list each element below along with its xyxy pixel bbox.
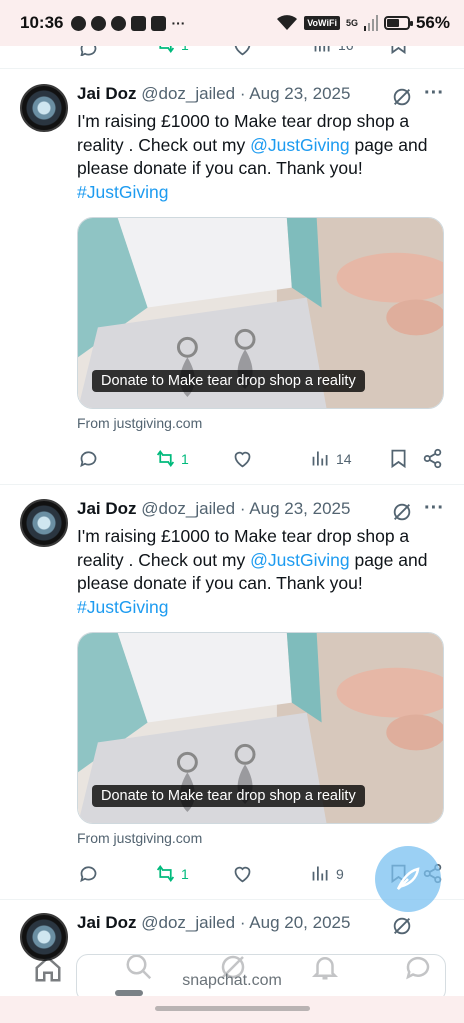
heart-icon [234, 866, 251, 883]
tweet-date[interactable]: Aug 23, 2025 [249, 499, 350, 518]
snapchat-label[interactable]: snapchat.com [0, 972, 464, 990]
like-button[interactable] [232, 863, 253, 884]
retweet-button[interactable]: 1 [155, 448, 189, 469]
whatsapp-icon [71, 15, 87, 31]
avatar[interactable] [20, 499, 68, 547]
divider [0, 68, 464, 69]
tweet-actions: 1 14 [0, 448, 464, 474]
status-time: 10:36 [20, 13, 64, 32]
author-handle[interactable]: @doz_jailed [141, 84, 235, 103]
views-count: 9 [336, 865, 344, 882]
card-caption: Donate to Make tear drop shop a reality [92, 785, 365, 807]
hashtag-link[interactable]: #JustGiving [77, 182, 168, 202]
grok-icon[interactable] [391, 86, 413, 108]
heart-message-icon [111, 15, 127, 31]
separator: · [239, 84, 246, 103]
gmail-icon [131, 15, 147, 31]
status-bar: 10:36 ··· VoWiFi 5G 56% [0, 0, 464, 46]
tweet-header: Jai Doz @doz_jailed · Aug 20, 2025 [77, 913, 350, 933]
tweet-text: I'm raising £1000 to Make tear drop shop… [77, 525, 447, 619]
compose-fab[interactable] [375, 846, 441, 912]
reply-button[interactable] [78, 448, 99, 469]
more-options-icon[interactable]: ··· [423, 83, 445, 108]
home-indicator[interactable] [155, 1006, 310, 1011]
network-type: 5G [345, 18, 358, 28]
retweet-icon [156, 865, 175, 882]
views-icon [312, 866, 328, 881]
reply-icon [80, 451, 97, 468]
views-button[interactable]: 14 [310, 448, 352, 469]
author-name[interactable]: Jai Doz [77, 913, 137, 932]
mention-link[interactable]: @JustGiving [250, 550, 349, 570]
tweet-date[interactable]: Aug 20, 2025 [249, 913, 350, 932]
mention-link[interactable]: @JustGiving [250, 135, 349, 155]
tweet-date[interactable]: Aug 23, 2025 [249, 84, 350, 103]
signal-icon [363, 15, 378, 31]
avatar[interactable] [20, 84, 68, 132]
like-button[interactable] [232, 448, 253, 469]
author-name[interactable]: Jai Doz [77, 84, 137, 103]
bookmark-icon [391, 449, 406, 469]
retweet-count: 1 [181, 865, 189, 882]
retweet-icon [156, 450, 175, 467]
separator: · [239, 499, 246, 518]
share-icon [423, 448, 442, 469]
author-handle[interactable]: @doz_jailed [141, 499, 235, 518]
grok-icon[interactable] [391, 501, 413, 523]
views-icon [312, 451, 328, 466]
battery-percent: 56% [415, 13, 450, 32]
author-handle[interactable]: @doz_jailed [141, 913, 235, 932]
views-button[interactable]: 9 [310, 863, 344, 884]
link-card[interactable]: Donate to Make tear drop shop a reality [77, 217, 444, 409]
views-count: 14 [336, 450, 352, 467]
battery-fill [386, 19, 400, 27]
vowifi-badge: VoWiFi [304, 16, 340, 30]
card-source[interactable]: From justgiving.com [77, 415, 202, 431]
more-options-icon[interactable]: ··· [423, 498, 445, 523]
system-icons: VoWiFi 5G 56% [276, 13, 450, 33]
reply-icon [80, 866, 97, 883]
author-name[interactable]: Jai Doz [77, 499, 137, 518]
divider [0, 484, 464, 485]
hashtag-link[interactable]: #JustGiving [77, 597, 168, 617]
share-button[interactable] [422, 448, 443, 469]
retweet-button[interactable]: 1 [155, 863, 189, 884]
bookmark-button[interactable] [388, 448, 409, 469]
more-notifications-icon: ··· [171, 15, 186, 31]
heart-icon [234, 451, 251, 468]
tweet-header: Jai Doz @doz_jailed · Aug 23, 2025 [77, 499, 350, 519]
card-source[interactable]: From justgiving.com [77, 830, 202, 846]
instagram-icon [151, 15, 167, 31]
wifi-icon [277, 15, 298, 30]
link-card[interactable]: Donate to Make tear drop shop a reality [77, 632, 444, 824]
tweet[interactable]: Jai Doz @doz_jailed · Aug 23, 2025 ··· I… [0, 83, 464, 484]
tweet-text: I'm raising £1000 to Make tear drop shop… [77, 110, 447, 204]
chat-icon [91, 15, 107, 31]
card-caption: Donate to Make tear drop shop a reality [92, 370, 365, 392]
separator: · [239, 913, 246, 932]
tweet[interactable]: Jai Doz @doz_jailed · Aug 23, 2025 ··· I… [0, 498, 464, 899]
tweet-header: Jai Doz @doz_jailed · Aug 23, 2025 [77, 84, 350, 104]
retweet-count: 1 [181, 450, 189, 467]
feather-icon [396, 867, 420, 890]
battery-icon [383, 16, 413, 30]
reply-button[interactable] [78, 863, 99, 884]
grok-icon[interactable] [391, 915, 413, 937]
notification-icons: ··· [71, 15, 185, 31]
